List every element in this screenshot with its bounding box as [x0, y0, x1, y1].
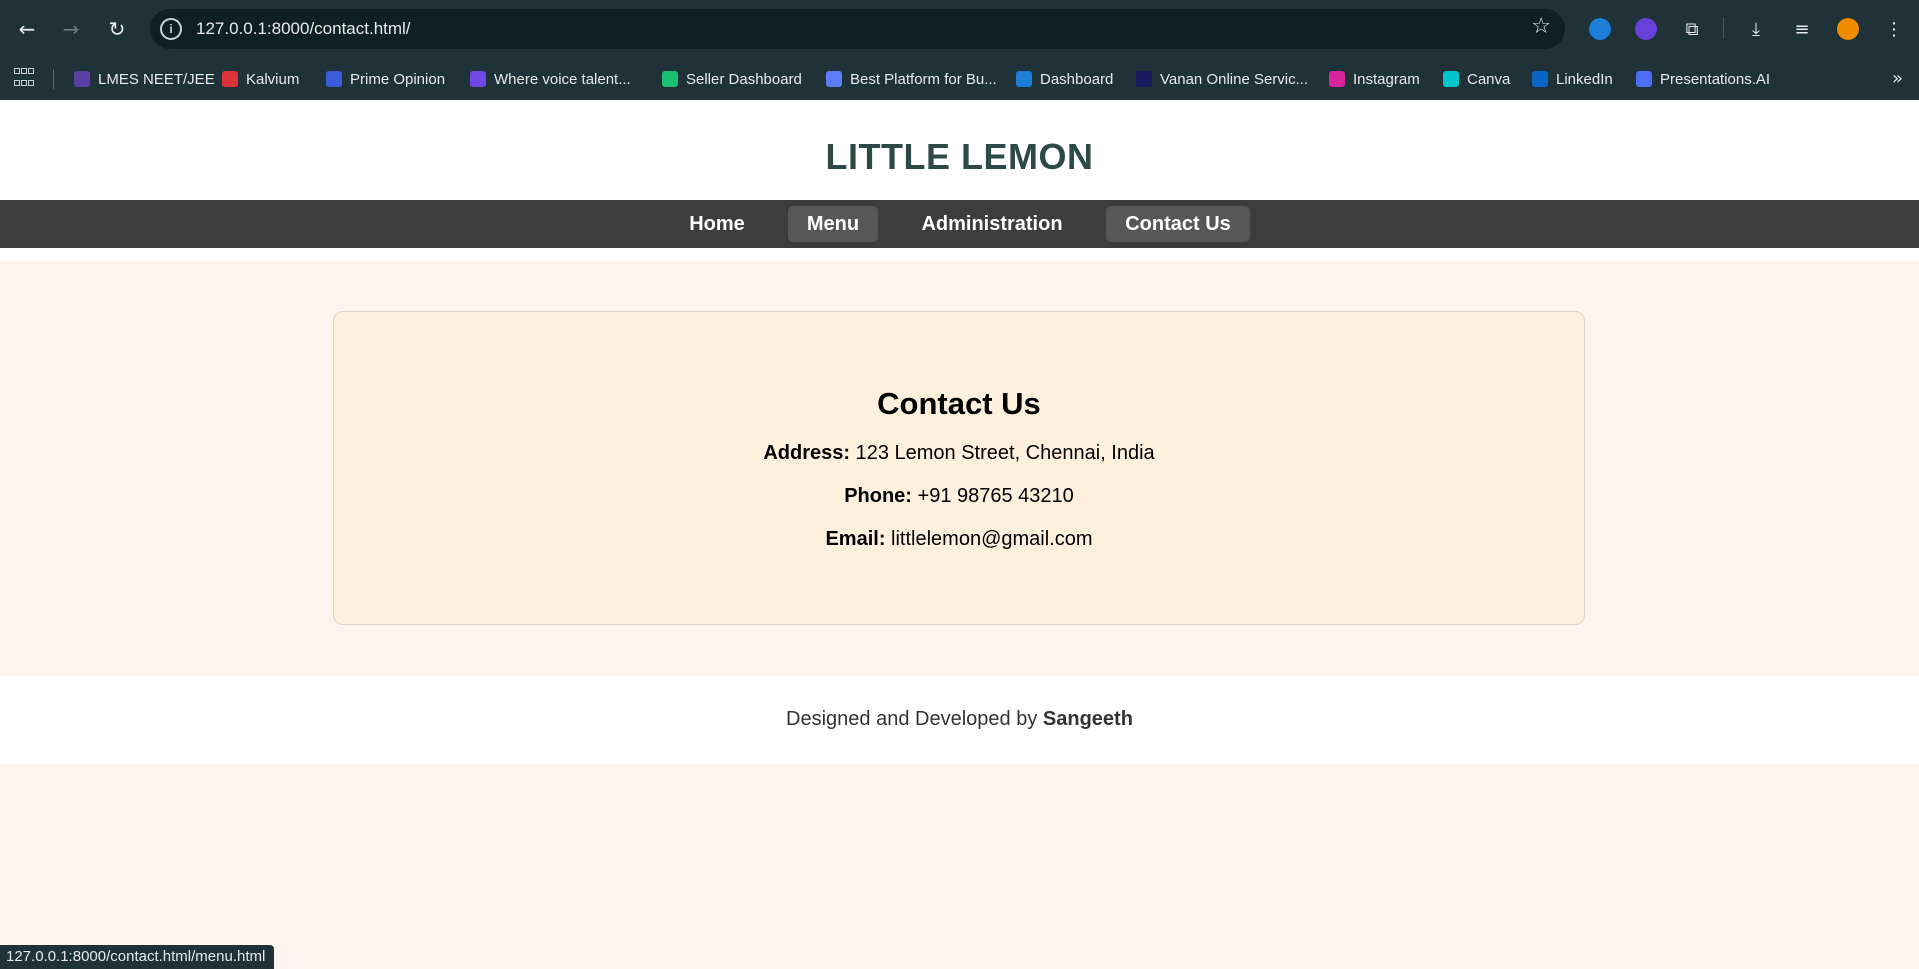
dashboard-favicon-icon: [1016, 71, 1032, 87]
email-label: Email:: [825, 528, 886, 550]
toolbar-divider: [1723, 17, 1724, 39]
platform-favicon-icon: [826, 71, 842, 87]
prime-opinion-favicon-icon: [326, 71, 342, 87]
bookmark-item[interactable]: Where voice talent...: [470, 67, 631, 91]
media-control-icon[interactable]: ≡: [1788, 15, 1816, 43]
site-info-icon[interactable]: i: [160, 18, 182, 40]
nav-link-home[interactable]: Home: [671, 206, 763, 242]
kalvium-favicon-icon: [222, 71, 238, 87]
bookmark-label: Kalvium: [246, 70, 300, 88]
more-bookmarks-icon[interactable]: »: [1892, 68, 1903, 89]
address-line: Address: 123 Lemon Street, Chennai, Indi…: [334, 441, 1584, 465]
profile-avatar[interactable]: [1834, 15, 1862, 43]
bookmark-item[interactable]: LMES NEET/JEE: [74, 67, 215, 91]
fiverr-favicon-icon: [662, 71, 678, 87]
nav-link-menu[interactable]: Menu: [788, 206, 878, 242]
bookmark-item[interactable]: Instagram: [1329, 67, 1420, 91]
bookmark-item[interactable]: Best Platform for Bu...: [826, 67, 997, 91]
phone-value: +91 98765 43210: [917, 485, 1074, 507]
bookmark-item[interactable]: Prime Opinion: [326, 67, 445, 91]
apps-grid-icon[interactable]: [14, 68, 34, 88]
bookmark-label: Best Platform for Bu...: [850, 70, 997, 88]
extensions-puzzle-icon[interactable]: ⧉: [1678, 15, 1706, 43]
address-value: 123 Lemon Street, Chennai, India: [855, 442, 1155, 464]
instagram-favicon-icon: [1329, 71, 1345, 87]
bookmark-label: Prime Opinion: [350, 70, 446, 88]
footer-credit: Designed and Developed by Sangeeth: [0, 676, 1919, 731]
bookmark-label: Vanan Online Servic...: [1160, 70, 1309, 88]
kebab-menu-icon[interactable]: ⋮: [1880, 15, 1908, 43]
edge-extension-icon[interactable]: [1586, 15, 1614, 43]
bookmark-item[interactable]: LinkedIn: [1532, 67, 1613, 91]
bookmark-label: LinkedIn: [1556, 70, 1613, 88]
bookmark-label: Dashboard: [1040, 70, 1114, 88]
forward-arrow-icon[interactable]: →: [56, 14, 86, 44]
bookmark-label: Seller Dashboard: [686, 70, 802, 88]
lmes-favicon-icon: [74, 71, 90, 87]
vanan-favicon-icon: [1136, 71, 1152, 87]
url-text[interactable]: 127.0.0.1:8000/contact.html/: [196, 19, 411, 39]
bookmark-item[interactable]: Vanan Online Servic...: [1136, 67, 1308, 91]
bookmark-label: LMES NEET/JEE: [98, 70, 215, 88]
bookmarks-divider: [53, 69, 54, 89]
address-label: Address:: [763, 442, 851, 464]
nav-spacer: [0, 248, 1919, 261]
reload-icon[interactable]: ↻: [102, 14, 132, 44]
bookmark-label: Presentations.AI: [1660, 70, 1771, 88]
canva-favicon-icon: [1443, 71, 1459, 87]
download-icon[interactable]: ⤓: [1742, 15, 1770, 43]
nav-link-contact-us[interactable]: Contact Us: [1106, 206, 1250, 242]
phone-line: Phone: +91 98765 43210: [334, 484, 1584, 508]
bookmark-label: Where voice talent...: [494, 70, 631, 88]
footer-text: Designed and Developed by: [786, 708, 1038, 730]
voice-favicon-icon: [470, 71, 486, 87]
bookmark-item[interactable]: Presentations.AI: [1636, 67, 1770, 91]
site-header: LITTLE LEMON: [0, 100, 1919, 200]
bookmark-item[interactable]: Kalvium: [222, 67, 299, 91]
email-value: littlelemon@gmail.com: [891, 528, 1093, 550]
presentations-favicon-icon: [1636, 71, 1652, 87]
bookmark-star-icon[interactable]: ☆: [1531, 14, 1551, 39]
contact-heading: Contact Us: [877, 386, 1041, 421]
footer-author: Sangeeth: [1042, 708, 1133, 730]
browser-toolbar: ← → ↻ i 127.0.0.1:8000/contact.html/ ☆ ⧉…: [0, 0, 1919, 58]
bookmarks-bar: LMES NEET/JEE Kalvium Prime Opinion Where v…: [0, 58, 1919, 100]
bookmark-item[interactable]: Dashboard: [1016, 67, 1113, 91]
linkedin-favicon-icon: [1532, 71, 1548, 87]
site-title: LITTLE LEMON: [825, 136, 1094, 177]
nav-link-administration[interactable]: Administration: [903, 206, 1081, 242]
main-nav: Home Menu Administration Contact Us: [0, 200, 1919, 248]
contact-card: Contact Us Address: 123 Lemon Street, Ch…: [333, 311, 1585, 625]
status-bar-url: 127.0.0.1:8000/contact.html/menu.html: [0, 945, 275, 969]
address-bar[interactable]: i 127.0.0.1:8000/contact.html/ ☆: [150, 9, 1565, 49]
eye-extension-icon[interactable]: [1632, 15, 1660, 43]
phone-label: Phone:: [844, 485, 912, 507]
site-footer: Designed and Developed by Sangeeth: [0, 676, 1919, 764]
email-line: Email: littlelemon@gmail.com: [334, 527, 1584, 551]
bookmark-label: Canva: [1467, 70, 1511, 88]
bookmark-label: Instagram: [1353, 70, 1420, 88]
back-arrow-icon[interactable]: ←: [12, 14, 42, 44]
bookmark-item[interactable]: Canva: [1443, 67, 1510, 91]
bookmark-item[interactable]: Seller Dashboard: [662, 67, 802, 91]
